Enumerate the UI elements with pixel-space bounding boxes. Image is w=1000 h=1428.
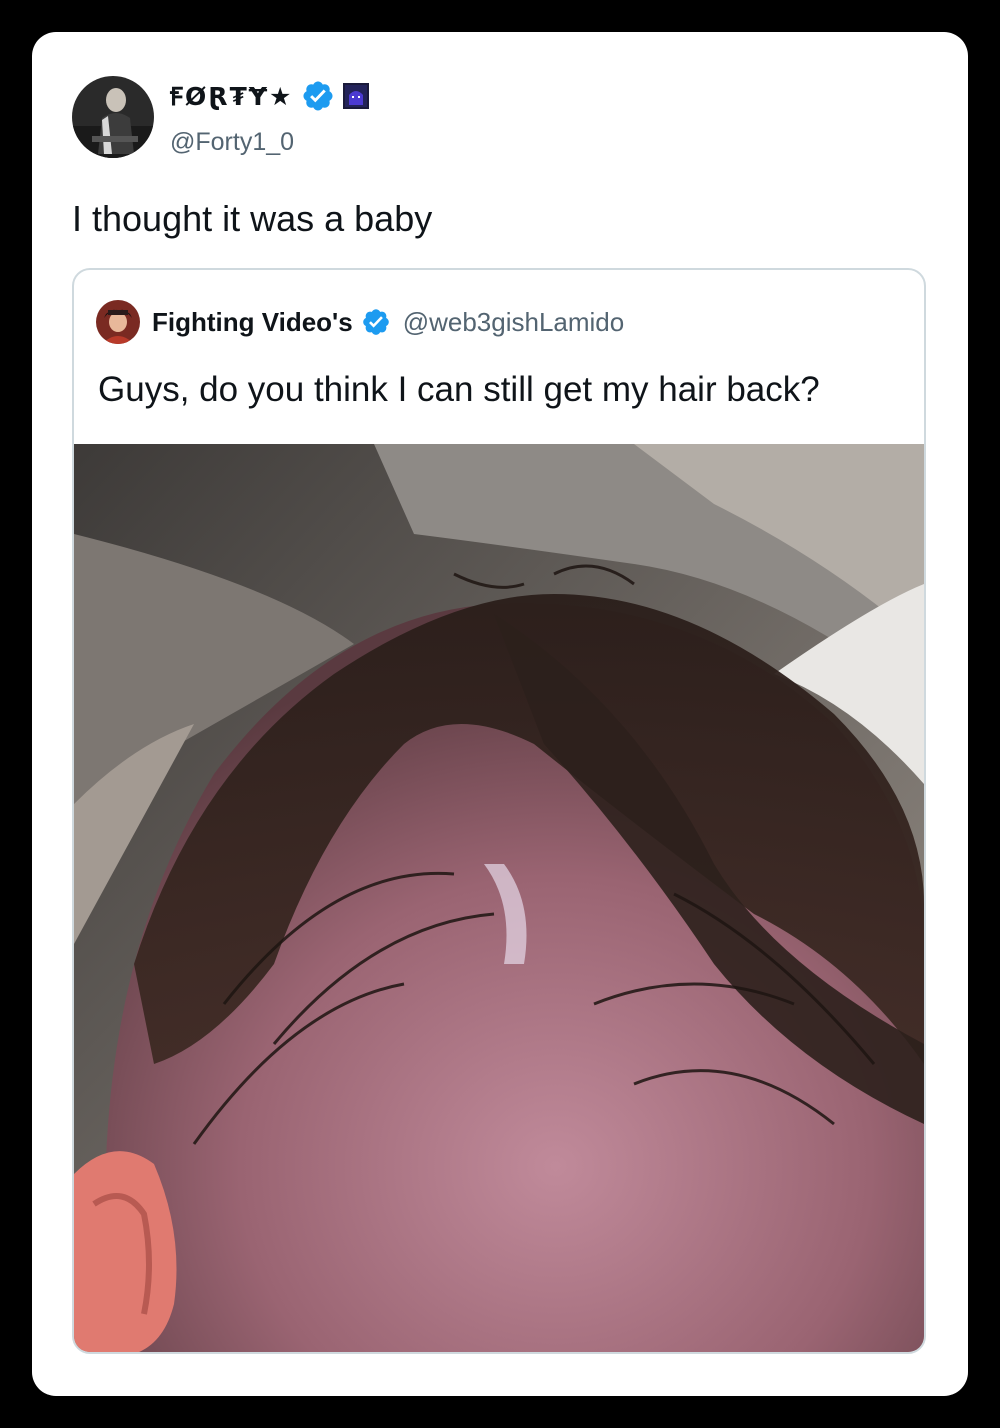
author-handle[interactable]: @Forty1_0 bbox=[170, 128, 294, 157]
quoted-tweet-header: Fighting Video's @web3gishLamido bbox=[96, 300, 624, 344]
tweet-text: I thought it was a baby bbox=[72, 198, 433, 239]
author-avatar[interactable] bbox=[72, 76, 154, 158]
quoted-tweet-text: Guys, do you think I can still get my ha… bbox=[98, 370, 820, 409]
purple-ghost-icon bbox=[343, 83, 370, 109]
author-display-name[interactable]: ꞘØⱤ₮Ɏ★ bbox=[170, 79, 293, 113]
quoted-author-avatar[interactable] bbox=[96, 300, 140, 344]
verified-badge-icon bbox=[303, 81, 333, 111]
quoted-tweet[interactable]: Fighting Video's @web3gishLamido Guys, d… bbox=[72, 268, 926, 1354]
quoted-tweet-photo[interactable] bbox=[74, 444, 924, 1352]
quoted-author-handle[interactable]: @web3gishLamido bbox=[403, 307, 625, 338]
author-name-row: ꞘØⱤ₮Ɏ★ bbox=[170, 78, 370, 114]
baby-head-photo bbox=[74, 444, 924, 1352]
verified-badge-icon bbox=[362, 309, 389, 335]
user-avatar-icon bbox=[72, 76, 154, 158]
user-avatar-icon bbox=[96, 300, 140, 344]
tweet-card: ꞘØⱤ₮Ɏ★ @Forty1_0 I thought it was a baby bbox=[32, 32, 968, 1396]
quoted-author-display-name[interactable]: Fighting Video's bbox=[152, 307, 353, 338]
